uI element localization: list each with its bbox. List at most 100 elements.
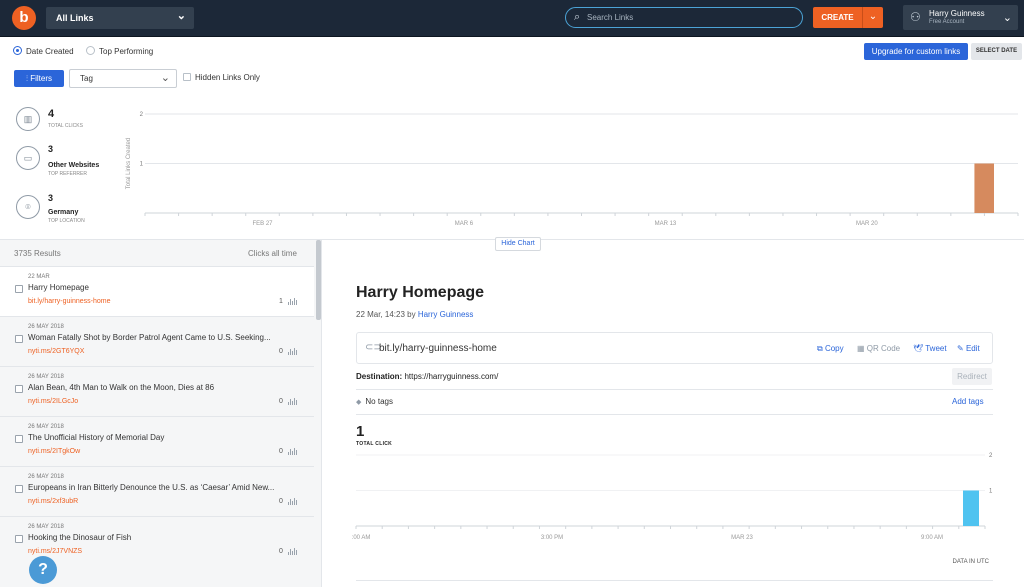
add-tags-link[interactable]: Add tags	[952, 397, 984, 406]
qr-icon: ▦	[857, 344, 867, 353]
copy-button[interactable]: ⧉ Copy	[817, 344, 844, 354]
data-utc-note: DATA IN UTC	[953, 559, 990, 565]
list-item-link[interactable]: nyti.ms/2ILGcJo	[28, 398, 78, 405]
search-icon: ⌕	[574, 11, 581, 23]
search-input[interactable]	[587, 11, 787, 24]
twitter-icon: 🕊	[913, 344, 926, 353]
top-referrer-name: Other Websites	[48, 162, 100, 169]
sort-top-performing-radio[interactable]: Top Performing	[86, 46, 153, 56]
divider	[356, 414, 993, 415]
bitly-logo[interactable]: b	[12, 6, 36, 30]
links-created-chart: Total Links Created 1 2 FEB 27 MAR 6 MAR 13 MA…	[126, 112, 1019, 227]
list-item[interactable]: 26 MAY 2018 Europeans in Iran Bitterly De…	[0, 466, 314, 516]
edit-button[interactable]: ✎ Edit	[957, 344, 980, 353]
created-date: 22 Mar, 14:23 by	[356, 310, 416, 319]
tweet-button[interactable]: 🕊 Tweet	[913, 344, 947, 353]
list-item[interactable]: 22 MAR Harry Homepage bit.ly/harry-guinnes…	[0, 266, 314, 316]
list-item-clicks: 0	[279, 398, 283, 405]
tag-select[interactable]: Tag ⌄	[69, 69, 177, 88]
tag-select-label: Tag	[80, 74, 93, 83]
qr-code-button[interactable]: ▦ QR Code	[857, 344, 900, 353]
help-button[interactable]: ?	[29, 556, 57, 584]
bar-chart-icon: ▥	[16, 107, 40, 131]
bar-chart-icon	[288, 397, 298, 405]
top-location-label: TOP LOCATION	[48, 218, 85, 224]
divider	[356, 580, 993, 581]
tweet-label: Tweet	[925, 344, 947, 353]
list-item-clicks: 0	[279, 448, 283, 455]
list-item[interactable]: 26 MAY 2018 The Unofficial History of Mem…	[0, 416, 314, 466]
results-count: 3735 Results	[14, 249, 61, 258]
bar	[974, 163, 994, 213]
hidden-links-checkbox[interactable]: Hidden Links Only	[183, 73, 260, 82]
list-item-link[interactable]: nyti.ms/2ITgkOw	[28, 448, 80, 455]
sort-top-label: Top Performing	[99, 47, 154, 56]
list-item-link[interactable]: nyti.ms/2xf3ubR	[28, 498, 78, 505]
select-date-button[interactable]: SELECT DATE	[971, 43, 1022, 60]
chevron-down-icon: ⌄	[176, 10, 186, 22]
list-item-link[interactable]: nyti.ms/2GT6YQX	[28, 348, 84, 355]
x-tick-label: 3:00 PM	[541, 535, 563, 541]
hide-chart-button[interactable]: Hide Chart	[495, 237, 541, 251]
bar-chart-icon	[288, 297, 298, 305]
list-item-title[interactable]: Hooking the Dinosaur of Fish	[28, 533, 131, 542]
upgrade-button[interactable]: Upgrade for custom links	[864, 43, 968, 60]
list-item-link[interactable]: nyti.ms/2J7VNZS	[28, 548, 82, 555]
y-tick-label: 2	[140, 112, 144, 118]
list-item-title[interactable]: Alan Bean, 4th Man to Walk on the Moon, …	[28, 383, 214, 392]
list-item-checkbox[interactable]	[15, 535, 23, 543]
list-item-clicks: 1	[279, 298, 283, 305]
x-tick-label: -:00 AM	[352, 535, 370, 541]
tag-icon: ◆	[356, 399, 362, 406]
link-created-info: 22 Mar, 14:23 by Harry Guinness	[356, 310, 473, 319]
list-item-clicks: 0	[279, 498, 283, 505]
list-item-title[interactable]: Harry Homepage	[28, 283, 89, 292]
links-filter-select[interactable]: All Links ⌄	[46, 7, 194, 29]
author-link[interactable]: Harry Guinness	[418, 310, 474, 319]
list-item-date: 26 MAY 2018	[28, 374, 64, 380]
create-button[interactable]: CREATE	[813, 7, 862, 28]
short-url[interactable]: bit.ly/harry-guinness-home	[379, 343, 497, 354]
destination-label: Destination:	[356, 372, 403, 381]
list-item-checkbox[interactable]	[15, 335, 23, 343]
list-item[interactable]: 26 MAY 2018 Alan Bean, 4th Man to Walk on…	[0, 366, 314, 416]
list-item-checkbox[interactable]	[15, 485, 23, 493]
divider	[356, 389, 993, 390]
top-location-name: Germany	[48, 209, 79, 216]
user-plan: Free Account	[929, 19, 965, 25]
create-dropdown-button[interactable]: ⌄	[862, 7, 883, 28]
pencil-icon: ✎	[957, 344, 966, 353]
destination-url[interactable]: https://harryguinness.com/	[404, 372, 498, 381]
search-box[interactable]: ⌕	[565, 7, 803, 28]
link-clicks-chart: 1 2 -:00 AM 3:00 PM MAR 23 9:00 AM DATA IN UTC	[352, 453, 993, 565]
total-clicks-label: TOTAL CLICKS	[48, 123, 83, 129]
bar-chart-icon	[288, 447, 298, 455]
list-item-title[interactable]: Woman Fatally Shot by Border Patrol Agen…	[28, 333, 271, 342]
radio-icon	[86, 46, 95, 55]
list-item-date: 26 MAY 2018	[28, 524, 64, 530]
filters-button[interactable]: ⫶ Filters	[14, 70, 64, 87]
list-item-link[interactable]: bit.ly/harry-guinness-home	[28, 298, 110, 305]
top-referrer-value: 3	[48, 144, 54, 154]
scrollbar[interactable]	[316, 240, 321, 320]
bar-chart-icon	[288, 347, 298, 355]
list-item-date: 26 MAY 2018	[28, 424, 64, 430]
short-link-box: ⊂⊃ bit.ly/harry-guinness-home ⧉ Copy ▦ Q…	[356, 332, 993, 364]
bar-chart-icon	[288, 497, 298, 505]
list-item[interactable]: 26 MAY 2018 Woman Fatally Shot by Border …	[0, 316, 314, 366]
clicks-all-time-label: Clicks all time	[248, 249, 297, 258]
sort-date-created-radio[interactable]: Date Created	[13, 46, 74, 56]
list-item-checkbox[interactable]	[15, 285, 23, 293]
redirect-button[interactable]: Redirect	[952, 368, 992, 385]
list-item-clicks: 0	[279, 548, 283, 555]
list-item-checkbox[interactable]	[15, 435, 23, 443]
list-item-checkbox[interactable]	[15, 385, 23, 393]
chevron-down-icon: ⌄	[868, 11, 878, 22]
sort-date-label: Date Created	[26, 47, 74, 56]
tags-row: ◆ No tags	[356, 397, 393, 406]
top-location-value: 3	[48, 193, 54, 203]
checkbox-icon	[183, 73, 191, 81]
account-menu[interactable]: ⚇ Harry Guinness Free Account ⌄	[903, 5, 1018, 30]
list-item-title[interactable]: Europeans in Iran Bitterly Denounce the …	[28, 483, 274, 492]
list-item-title[interactable]: The Unofficial History of Memorial Day	[28, 433, 164, 442]
